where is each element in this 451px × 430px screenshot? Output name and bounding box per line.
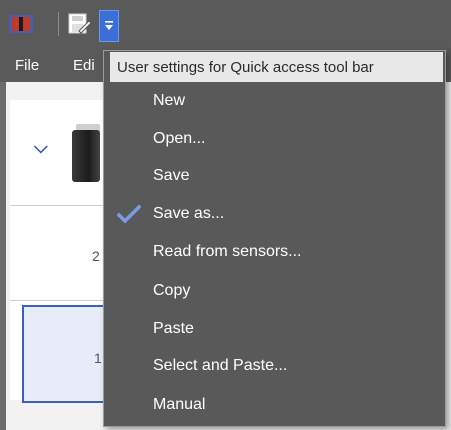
menu-file[interactable]: File	[15, 57, 39, 74]
row-divider	[10, 300, 105, 301]
menu-item-save[interactable]: Save	[153, 164, 189, 188]
row-number: 2	[92, 248, 100, 264]
menu-title: User settings for Quick access tool bar	[110, 52, 443, 82]
checkmark-icon	[117, 204, 141, 224]
menu-edit[interactable]: Edi	[73, 57, 95, 74]
menu-item-save-as[interactable]: Save as...	[153, 202, 224, 226]
toolbar-separator	[58, 12, 59, 36]
menu-item-select-and-paste[interactable]: Select and Paste...	[153, 354, 287, 378]
left-border	[0, 82, 6, 430]
menu-item-read-from-sensors[interactable]: Read from sensors...	[153, 240, 302, 264]
row-number: 1	[94, 350, 102, 366]
application-window: File Edi ⌵ 2 1 User settings for Quick a…	[0, 0, 451, 430]
dropdown-arrow-icon	[105, 21, 113, 30]
menu-item-new[interactable]: New	[153, 89, 185, 113]
menu-item-copy[interactable]: Copy	[153, 279, 190, 303]
row-divider	[10, 205, 105, 206]
menu-item-open[interactable]: Open...	[153, 127, 205, 151]
menu-item-manual[interactable]: Manual	[153, 393, 205, 417]
quick-access-dropdown-button[interactable]	[99, 10, 119, 42]
app-logo-icon[interactable]	[8, 12, 34, 36]
quick-access-toolbar	[0, 0, 451, 50]
sensor-device-image	[72, 130, 100, 182]
menu-item-paste[interactable]: Paste	[153, 317, 194, 341]
save-file-icon[interactable]	[66, 12, 92, 36]
chevron-down-icon[interactable]: ⌵	[34, 137, 48, 158]
